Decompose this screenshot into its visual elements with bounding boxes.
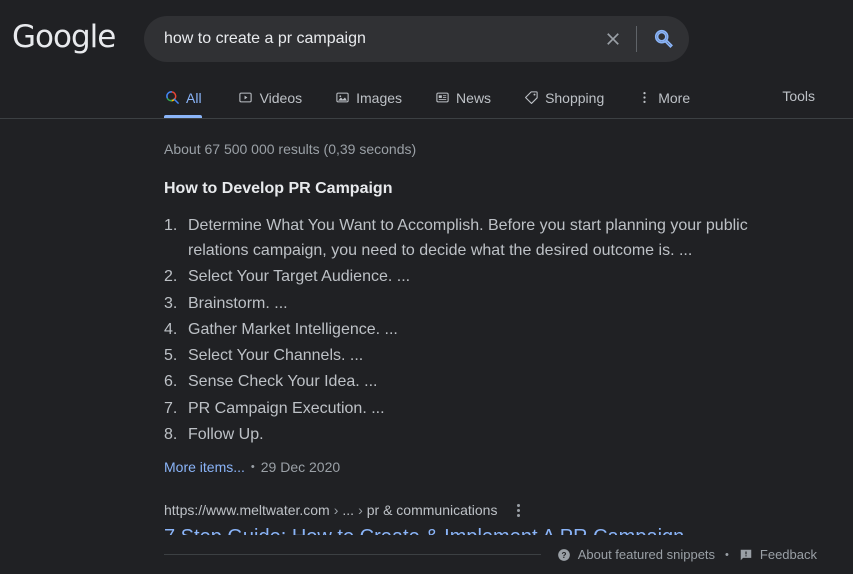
tools-button[interactable]: Tools: [782, 88, 815, 104]
breadcrumb-chevron: ›: [354, 501, 367, 519]
search-input[interactable]: [164, 30, 596, 48]
tab-more-label: More: [658, 90, 690, 106]
tab-shopping[interactable]: Shopping: [523, 77, 620, 118]
tab-all-label: All: [186, 90, 202, 106]
clear-search-button[interactable]: [596, 22, 630, 56]
result-stats: About 67 500 000 results (0,39 seconds): [164, 119, 853, 161]
result-options-button[interactable]: [511, 501, 525, 519]
image-icon: [334, 90, 350, 106]
result-url-domain[interactable]: https://www.meltwater.com: [164, 501, 330, 519]
breadcrumb-path: pr & communications: [367, 501, 498, 519]
close-icon: [603, 29, 623, 49]
svg-text:?: ?: [561, 550, 566, 559]
page-header: Google: [0, 0, 853, 77]
list-item: Brainstorm. ...: [164, 291, 764, 316]
tag-icon: [523, 90, 539, 106]
google-search-icon: [164, 90, 180, 106]
search-nav-bar: All Videos Images: [0, 77, 853, 119]
list-item: Follow Up.: [164, 422, 764, 447]
kebab-dot: [517, 514, 520, 517]
feedback-flag-icon: [739, 548, 753, 562]
feedback-link[interactable]: Feedback: [739, 547, 817, 562]
video-icon: [238, 90, 254, 106]
tab-videos-label: Videos: [260, 90, 303, 106]
kebab-dot: [517, 504, 520, 507]
tab-shopping-label: Shopping: [545, 90, 604, 106]
nav-tabs: All Videos Images: [164, 77, 722, 118]
footer-divider: [164, 554, 541, 555]
breadcrumb-ellipsis: ...: [342, 501, 354, 519]
tab-images-label: Images: [356, 90, 402, 106]
search-submit-button[interactable]: [647, 22, 681, 56]
list-item: Gather Market Intelligence. ...: [164, 317, 764, 342]
search-icon: [653, 28, 675, 50]
breadcrumb: https://www.meltwater.com › ... › pr & c…: [164, 501, 764, 519]
search-divider: [636, 26, 637, 52]
help-circle-icon: ?: [557, 548, 571, 562]
tab-videos[interactable]: Videos: [238, 77, 319, 118]
footer-separator: •: [725, 549, 729, 561]
tab-more[interactable]: More: [636, 77, 706, 118]
meta-separator: •: [251, 461, 255, 473]
kebab-icon: [636, 90, 652, 106]
search-bar[interactable]: [144, 16, 689, 62]
news-icon: [434, 90, 450, 106]
kebab-dot: [517, 509, 520, 512]
featured-snippet-meta: More items... • 29 Dec 2020: [164, 459, 764, 475]
about-featured-snippets-label: About featured snippets: [578, 547, 715, 562]
list-item: PR Campaign Execution. ...: [164, 396, 764, 421]
breadcrumb-chevron: ›: [330, 501, 343, 519]
search-results-main: About 67 500 000 results (0,39 seconds) …: [0, 119, 853, 550]
snippet-footer: ? About featured snippets • Feedback: [0, 535, 853, 574]
about-featured-snippets-link[interactable]: ? About featured snippets: [557, 547, 715, 562]
feedback-label: Feedback: [760, 547, 817, 562]
tab-news-label: News: [456, 90, 491, 106]
list-item: Sense Check Your Idea. ...: [164, 369, 764, 394]
google-logo[interactable]: Google: [12, 22, 104, 53]
tab-images[interactable]: Images: [334, 77, 418, 118]
list-item: Determine What You Want to Accomplish. B…: [164, 213, 764, 264]
list-item: Select Your Target Audience. ...: [164, 264, 764, 289]
list-item: Select Your Channels. ...: [164, 343, 764, 368]
more-items-link[interactable]: More items...: [164, 459, 245, 475]
tab-all[interactable]: All: [164, 77, 218, 118]
featured-snippet-title: How to Develop PR Campaign: [164, 179, 764, 200]
featured-snippet-list: Determine What You Want to Accomplish. B…: [164, 213, 764, 447]
tab-news[interactable]: News: [434, 77, 507, 118]
snippet-date: 29 Dec 2020: [261, 459, 340, 475]
featured-snippet: How to Develop PR Campaign Determine Wha…: [164, 161, 764, 475]
footer-actions: ? About featured snippets • Feedback: [557, 547, 817, 562]
